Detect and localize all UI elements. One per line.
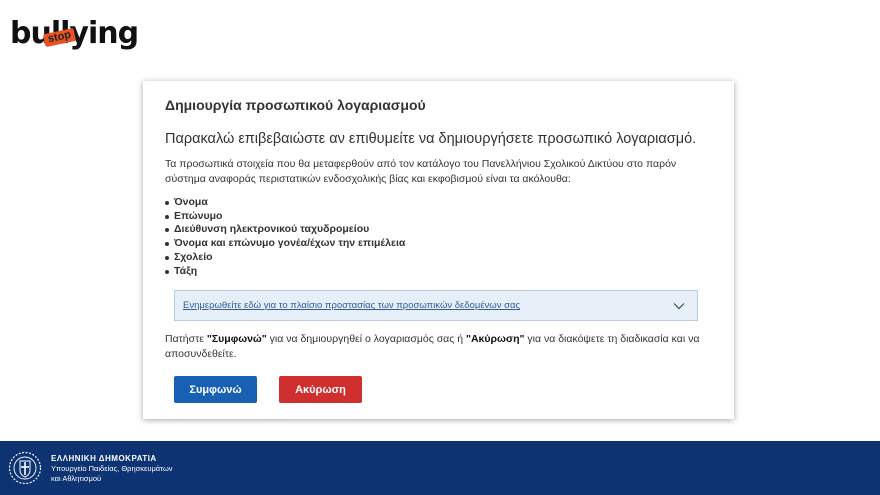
notice-part2: για να δημιουργηθεί ο λογαριασμός σας ή	[266, 333, 466, 346]
notice-cancel-ref: "Ακύρωση"	[466, 333, 525, 346]
ministry-line-1: Υπουργείο Παιδείας, Θρησκευμάτων	[51, 463, 173, 473]
list-item: Σχολείο	[165, 251, 712, 265]
notice-part1: Πατήστε	[165, 333, 207, 346]
list-item: Τάξη	[165, 265, 712, 279]
footer: ΕΛΛΗΝΙΚΗ ΔΗΜΟΚΡΑΤΙΑ Υπουργείο Παιδείας, …	[0, 441, 880, 495]
bullying-logo[interactable]: bullying stop	[10, 14, 140, 54]
account-creation-card: Δημιουργία προσωπικού λογαριασμού Παρακα…	[143, 81, 734, 419]
action-buttons: Συμφωνώ Ακύρωση	[174, 376, 712, 404]
logo-text: bullying	[10, 14, 140, 54]
list-item: Διεύθυνση ηλεκτρονικού ταχυδρομείου	[165, 223, 712, 237]
list-item: Όνομα και επώνυμο γονέα/έχων την επιμέλε…	[165, 237, 712, 251]
card-title: Δημιουργία προσωπικού λογαριασμού	[165, 97, 426, 113]
instructions-text: Πατήστε "Συμφωνώ" για να δημιουργηθεί ο …	[165, 332, 712, 362]
list-item: Όνομα	[165, 196, 712, 210]
ministry-line-2: και Αθλητισμού	[51, 473, 102, 483]
list-item: Επώνυμο	[165, 210, 712, 224]
privacy-accordion-label[interactable]: Ενημερωθείτε εδώ για το πλαίσιο προστασί…	[183, 300, 520, 311]
intro-text: Τα προσωπικά στοιχεία που θα μεταφερθούν…	[165, 158, 677, 185]
greek-emblem-icon	[8, 451, 42, 485]
fields-list: Όνομα Επώνυμο Διεύθυνση ηλεκτρονικού ταχ…	[165, 196, 712, 278]
agree-button[interactable]: Συμφωνώ	[174, 376, 257, 404]
notice-agree-ref: "Συμφωνώ"	[206, 333, 267, 346]
government-label: ΕΛΛΗΝΙΚΗ ΔΗΜΟΚΡΑΤΙΑ	[51, 453, 157, 463]
chevron-down-icon[interactable]	[673, 302, 685, 310]
confirmation-prompt: Παρακαλώ επιβεβαιώστε αν επιθυμείτε να δ…	[165, 131, 697, 147]
privacy-accordion[interactable]: Ενημερωθείτε εδώ για το πλαίσιο προστασί…	[174, 290, 698, 322]
footer-text: ΕΛΛΗΝΙΚΗ ΔΗΜΟΚΡΑΤΙΑ Υπουργείο Παιδείας, …	[51, 453, 173, 484]
cancel-button[interactable]: Ακύρωση	[279, 376, 362, 404]
